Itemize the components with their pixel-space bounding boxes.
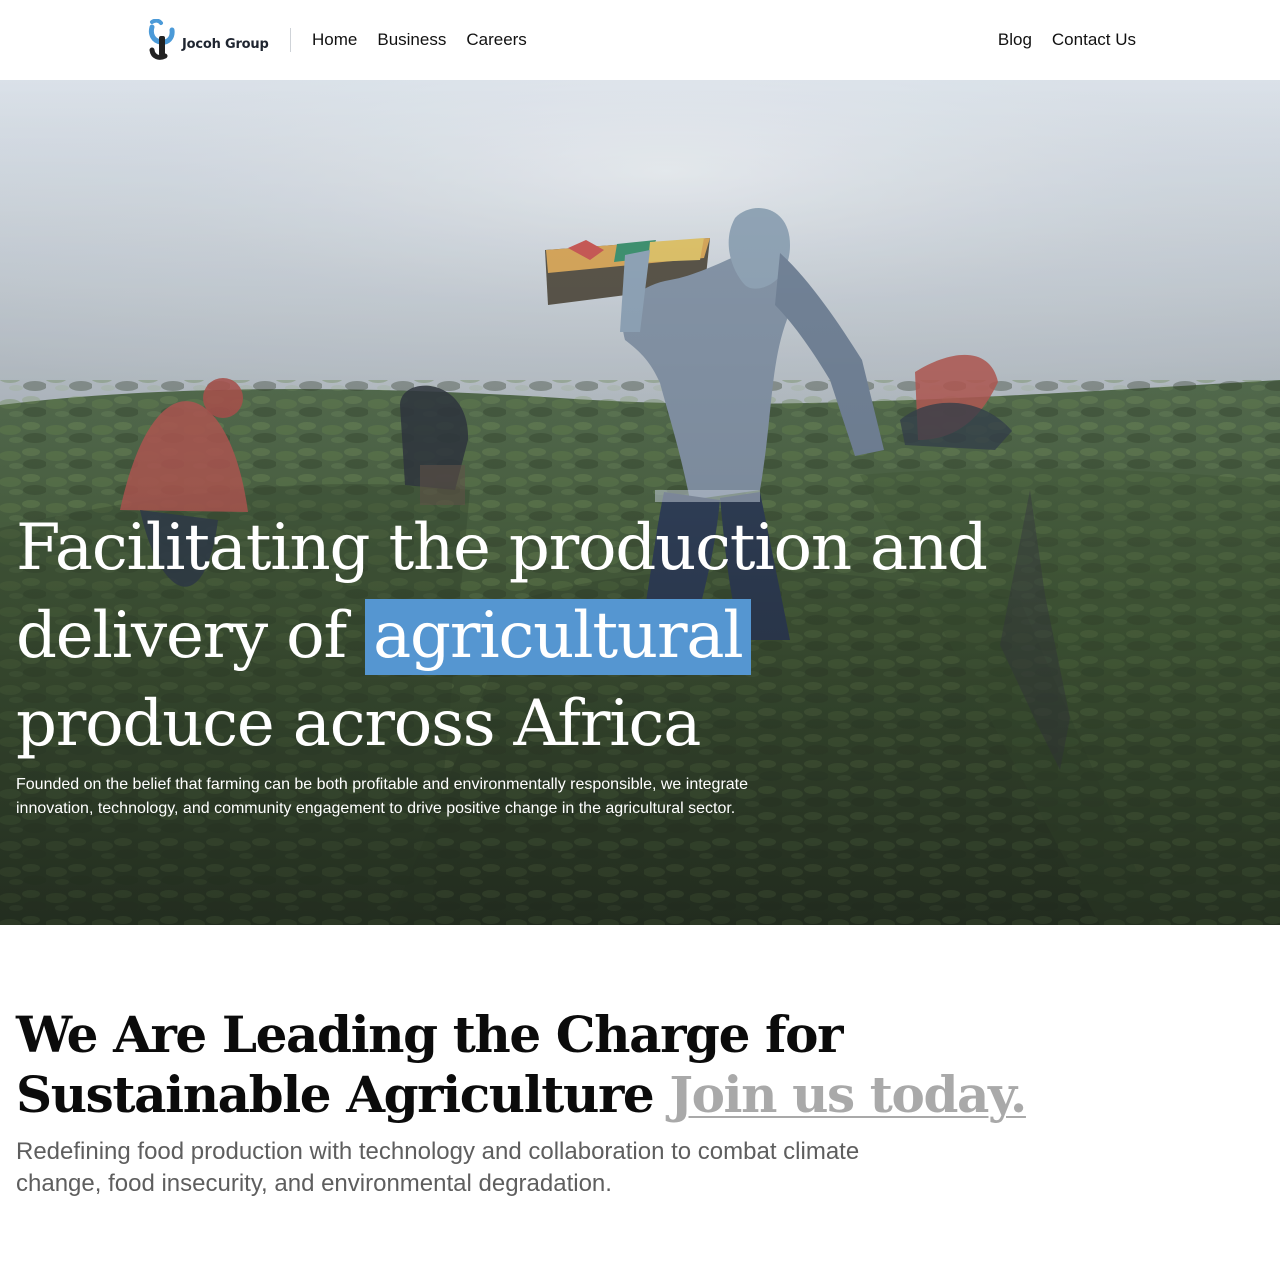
nav-home-link[interactable]: Home	[312, 29, 357, 51]
hero-title-end: produce across Africa	[16, 687, 701, 761]
join-us-link[interactable]: Join us today.	[669, 1065, 1027, 1124]
brand-logo-link[interactable]: Jocoh Group	[148, 19, 269, 61]
nav-contact-us-link[interactable]: Contact Us	[1052, 29, 1136, 51]
brand-name: Jocoh Group	[182, 36, 269, 52]
hero-section: Facilitating the production and delivery…	[0, 80, 1280, 925]
nav-blog-link[interactable]: Blog	[998, 29, 1032, 51]
hero-description: Founded on the belief that farming can b…	[16, 776, 749, 817]
nav-careers-link[interactable]: Careers	[466, 29, 526, 51]
page: Jocoh Group Home Business Careers Blog C…	[0, 0, 1280, 1280]
hero-title-highlight: agricultural	[365, 599, 751, 675]
site-header: Jocoh Group Home Business Careers Blog C…	[0, 0, 1280, 80]
jocoh-logo-icon	[148, 19, 175, 60]
primary-nav: Home Business Careers	[312, 29, 527, 51]
mission-description: Redefining food production with technolo…	[16, 1138, 860, 1197]
mission-section: We Are Leading the Charge for Sustainabl…	[0, 925, 1280, 1280]
hero-title: Facilitating the production and delivery…	[16, 504, 1016, 768]
nav-business-link[interactable]: Business	[377, 29, 446, 51]
mission-title: We Are Leading the Charge for Sustainabl…	[16, 1005, 1166, 1125]
secondary-nav: Blog Contact Us	[998, 29, 1136, 51]
header-divider	[290, 28, 291, 52]
